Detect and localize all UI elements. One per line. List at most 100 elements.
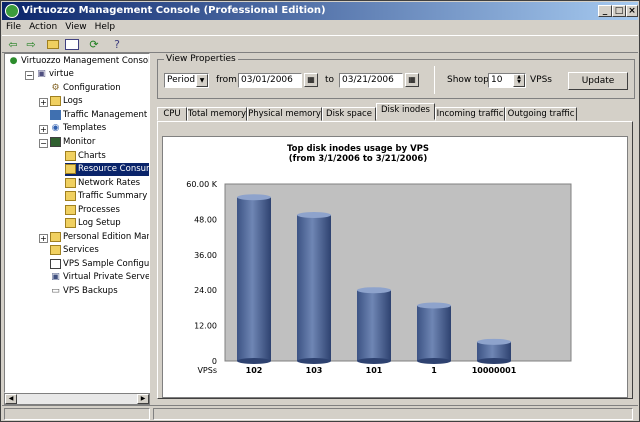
help-icon[interactable]: ?: [109, 37, 125, 52]
tree-item-vps-sample-config[interactable]: VPS Sample Configuratic: [50, 258, 149, 271]
expand-templates-icon[interactable]: +: [39, 125, 48, 134]
update-button[interactable]: Update: [568, 72, 628, 90]
scroll-right-icon[interactable]: ▶: [137, 394, 149, 404]
tree-item-log-setup[interactable]: Log Setup: [65, 217, 121, 230]
tab-incoming-traffic[interactable]: Incoming traffic: [435, 107, 505, 121]
console-tree: ● Virtuozzo Management Console − ▣ virtue …: [4, 53, 150, 393]
to-calendar-icon[interactable]: ▦: [405, 73, 419, 87]
tree-item-personal-edition[interactable]: Personal Edition Manage: [50, 231, 149, 244]
folder-icon: [65, 190, 76, 201]
period-select[interactable]: Period ▼: [164, 73, 209, 88]
menu-action[interactable]: Action: [25, 20, 61, 35]
scroll-left-icon[interactable]: ◀: [5, 394, 17, 404]
menu-help[interactable]: Help: [91, 20, 120, 35]
expand-logs-icon[interactable]: +: [39, 98, 48, 107]
virtuozzo-icon: ●: [9, 55, 18, 66]
main-pane: View Properties Period ▼ from 03/01/2006 …: [153, 53, 637, 403]
status-pane-right: [153, 408, 633, 420]
tree-host[interactable]: ▣ virtue: [36, 68, 74, 81]
x-tick-label: 1: [431, 366, 437, 375]
show-top-label: Show top: [447, 75, 489, 85]
app-logo-icon: [5, 4, 19, 18]
collapse-host-icon[interactable]: −: [25, 71, 34, 80]
forward-icon[interactable]: ⇨: [23, 37, 39, 52]
y-tick-label: 0: [212, 357, 217, 366]
up-folder-icon[interactable]: [45, 37, 61, 52]
tree-item-resource-consumption[interactable]: Resource Consumin: [65, 163, 149, 176]
bar-top-103: [297, 211, 331, 218]
menu-file[interactable]: File: [2, 20, 25, 35]
gear-icon: ⚙: [51, 82, 60, 93]
x-tick-label: 10000001: [472, 366, 517, 375]
separator: [434, 66, 435, 94]
tree-item-virtual-private-servers[interactable]: ▣ Virtual Private Servers: [50, 271, 149, 284]
show-top-spinner[interactable]: 10 ▲ ▼: [488, 73, 526, 88]
folder-icon: [65, 217, 76, 228]
folder-icon: [65, 150, 76, 161]
console-tree-icon[interactable]: [64, 37, 80, 52]
to-label: to: [325, 75, 335, 85]
folder-icon: [50, 95, 61, 106]
expand-personal-edition-icon[interactable]: +: [39, 234, 48, 243]
bar-103: [297, 214, 331, 361]
backup-drive-icon: ▭: [51, 285, 60, 296]
tab-total-memory[interactable]: Total memory: [187, 107, 247, 121]
folder-icon: [65, 204, 76, 215]
bar-base-103: [297, 358, 331, 364]
globe-icon: ◉: [51, 122, 60, 133]
to-date-field[interactable]: 03/21/2006: [339, 73, 403, 88]
tree-item-monitor[interactable]: Monitor: [50, 136, 95, 149]
x-axis-label: VPSs: [197, 366, 217, 375]
status-pane-left: [4, 408, 150, 420]
tree-item-network-rates[interactable]: Network Rates: [65, 177, 140, 190]
main-window: Virtuozzo Management Console (Profession…: [0, 0, 640, 422]
status-bar: [2, 405, 638, 420]
tree-item-processes[interactable]: Processes: [65, 204, 120, 217]
folder-icon: [50, 244, 61, 255]
tree-root[interactable]: ● Virtuozzo Management Console: [8, 55, 149, 68]
tree-horizontal-scrollbar[interactable]: ◀ ▶: [4, 393, 150, 405]
y-tick-label: 48.00: [194, 215, 217, 224]
bar-top-10000001: [477, 338, 511, 345]
bar-top-102: [237, 194, 271, 201]
folder-icon: [65, 163, 76, 174]
x-tick-label: 103: [306, 366, 323, 375]
close-button[interactable]: ×: [626, 5, 638, 17]
x-tick-label: 101: [366, 366, 383, 375]
tab-cpu[interactable]: CPU: [157, 107, 187, 121]
spinner-arrows-icon[interactable]: ▲ ▼: [513, 74, 525, 87]
bar-top-101: [357, 287, 391, 294]
plot-area: [224, 183, 572, 362]
tree-item-templates[interactable]: ◉ Templates: [50, 122, 107, 135]
tree-item-charts[interactable]: Charts: [65, 150, 106, 163]
tab-outgoing-traffic[interactable]: Outgoing traffic: [505, 107, 577, 121]
menu-view[interactable]: View: [61, 20, 90, 35]
tab-physical-memory[interactable]: Physical memory: [247, 107, 322, 121]
window-title: Virtuozzo Management Console (Profession…: [22, 5, 326, 16]
back-icon[interactable]: ⇦: [5, 37, 21, 52]
tree-item-services[interactable]: Services: [50, 244, 99, 257]
chart-title: Top disk inodes usage by VPS: [287, 144, 429, 154]
chart-area: Top disk inodes usage by VPS (from 3/1/2…: [162, 136, 628, 398]
servers-icon: ▣: [51, 271, 60, 282]
y-tick-label: 36.00: [194, 251, 217, 260]
maximize-button[interactable]: □: [612, 5, 626, 17]
from-date-field[interactable]: 03/01/2006: [238, 73, 302, 88]
tree-item-traffic-summary[interactable]: Traffic Summary: [65, 190, 147, 203]
tree-item-traffic-management[interactable]: Traffic Management: [50, 109, 147, 122]
tree-item-configuration[interactable]: ⚙ Configuration: [50, 82, 120, 95]
tab-panel: Top disk inodes usage by VPS (from 3/1/2…: [157, 121, 633, 399]
chevron-down-icon[interactable]: ▼: [196, 74, 208, 87]
folder-icon: [65, 177, 76, 188]
tree-item-logs[interactable]: Logs: [50, 95, 83, 108]
refresh-icon[interactable]: ⟳: [86, 37, 102, 52]
server-icon: ▣: [37, 68, 46, 79]
minimize-button[interactable]: _: [598, 5, 612, 17]
monitor-icon: [50, 136, 61, 147]
tab-disk-space[interactable]: Disk space: [322, 107, 376, 121]
from-calendar-icon[interactable]: ▦: [304, 73, 318, 87]
tree-item-vps-backups[interactable]: ▭ VPS Backups: [50, 285, 117, 298]
collapse-monitor-icon[interactable]: −: [39, 139, 48, 148]
y-tick-label: 24.00: [194, 286, 217, 295]
tab-disk-inodes[interactable]: Disk inodes: [376, 103, 435, 120]
